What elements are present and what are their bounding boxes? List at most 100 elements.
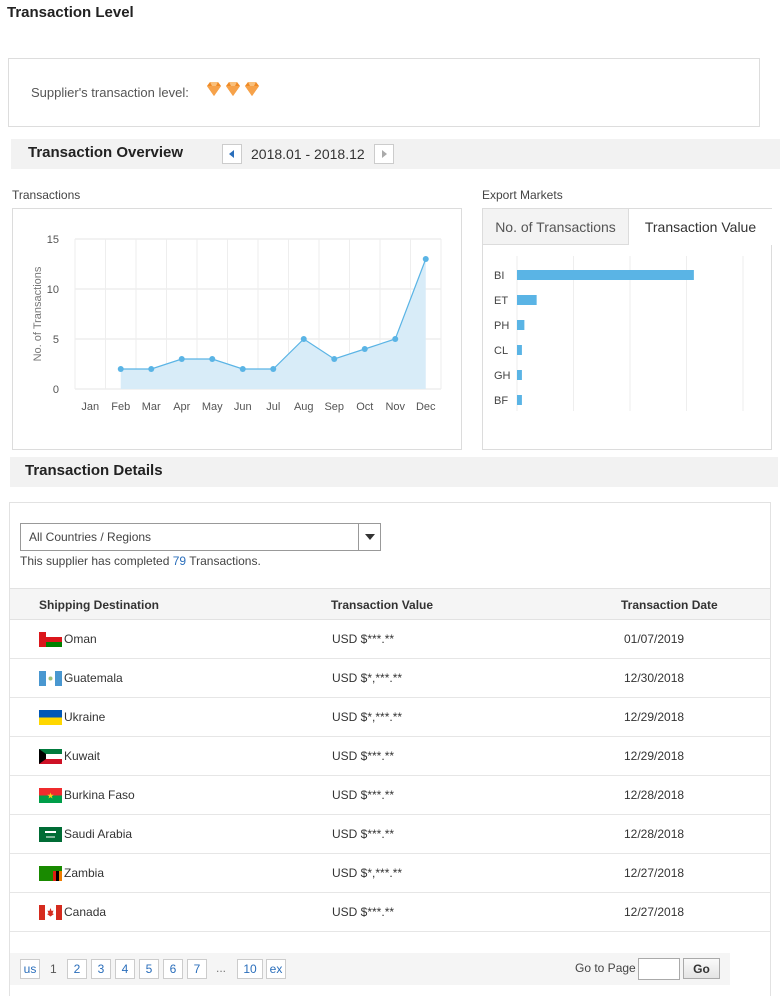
date-cell: 12/27/2018 bbox=[624, 866, 685, 880]
data-point bbox=[300, 336, 307, 342]
data-point bbox=[270, 366, 277, 372]
oman-flag-icon bbox=[39, 632, 62, 647]
bar-category-label: PH bbox=[494, 320, 509, 332]
page-link-10[interactable]: 10 bbox=[237, 959, 263, 979]
y-tick-label: 0 bbox=[53, 384, 59, 396]
export-markets-panel: No. of Transactions Transaction Value BI… bbox=[482, 208, 772, 450]
previous-range-button[interactable] bbox=[222, 144, 242, 164]
chevron-right-icon bbox=[382, 150, 387, 158]
table-row: Oman USD $***.** 01/07/2019 bbox=[10, 620, 770, 659]
data-point bbox=[392, 336, 399, 342]
date-cell: 12/30/2018 bbox=[624, 671, 685, 685]
y-tick-label: 5 bbox=[53, 334, 59, 346]
kuwait-flag-icon bbox=[39, 749, 62, 764]
x-tick-label: Oct bbox=[356, 401, 373, 413]
guatemala-flag-icon bbox=[39, 671, 62, 686]
destination-cell: Oman bbox=[64, 632, 97, 646]
transactions-line-chart: 0 5 10 15 Jan Feb Mar Apr May Jun Jul Aug Sep Oct Nov D… bbox=[32, 234, 442, 413]
x-tick-label: Jun bbox=[234, 401, 252, 413]
column-header-value: Transaction Value bbox=[331, 598, 434, 612]
chevron-left-icon bbox=[229, 150, 234, 158]
bar bbox=[517, 370, 522, 380]
saudi-arabia-flag-icon bbox=[39, 827, 62, 842]
table-row: Canada USD $***.** 12/27/2018 bbox=[10, 893, 770, 932]
completed-count: 79 bbox=[172, 554, 187, 568]
canada-flag-icon bbox=[39, 905, 62, 920]
go-to-page-label: Go to Page bbox=[575, 961, 636, 975]
previous-page-button[interactable]: us bbox=[20, 959, 40, 979]
date-cell: 12/29/2018 bbox=[624, 749, 685, 763]
value-cell: USD $***.** bbox=[332, 749, 395, 763]
dropdown-arrow[interactable] bbox=[358, 524, 380, 550]
page-link-7[interactable]: 7 bbox=[187, 959, 207, 979]
completed-suffix: Transactions. bbox=[186, 554, 261, 568]
bar bbox=[517, 295, 537, 305]
table-row: Ukraine USD $*,***.** 12/29/2018 bbox=[10, 698, 770, 737]
pagination: us 1 2 3 4 5 6 7 ... 10 ex Go to Page Go bbox=[10, 953, 730, 985]
value-cell: USD $***.** bbox=[332, 827, 395, 841]
transaction-details-title: Transaction Details bbox=[25, 462, 163, 479]
table-row: Kuwait USD $***.** 12/29/2018 bbox=[10, 737, 770, 776]
date-cell: 12/27/2018 bbox=[624, 905, 685, 919]
next-page-button[interactable]: ex bbox=[266, 959, 286, 979]
export-markets-bar-chart: BI ET PH CL GH BF bbox=[494, 256, 744, 411]
x-tick-label: Nov bbox=[385, 401, 405, 413]
completed-prefix: This supplier has completed bbox=[20, 554, 173, 568]
diamond-rating bbox=[206, 81, 260, 97]
bar-category-label: BI bbox=[494, 270, 504, 282]
destination-cell: Ukraine bbox=[64, 710, 106, 724]
x-tick-label: Dec bbox=[416, 401, 436, 413]
y-axis-label: No. of Transactions bbox=[32, 266, 44, 361]
data-point bbox=[209, 356, 216, 362]
bar-category-label: BF bbox=[494, 395, 508, 407]
page-link-3[interactable]: 3 bbox=[91, 959, 111, 979]
table-header: Shipping Destination Transaction Value T… bbox=[10, 588, 770, 620]
date-cell: 12/28/2018 bbox=[624, 788, 685, 802]
x-tick-label: Sep bbox=[324, 401, 344, 413]
transactions-label: Transactions bbox=[12, 188, 81, 202]
table-row: Burkina Faso USD $***.** 12/28/2018 bbox=[10, 776, 770, 815]
tab-no-of-transactions[interactable]: No. of Transactions bbox=[483, 209, 629, 245]
transaction-level-box: Supplier's transaction level: bbox=[8, 58, 760, 127]
page-link-2[interactable]: 2 bbox=[67, 959, 87, 979]
destination-cell: Guatemala bbox=[64, 671, 123, 685]
bar bbox=[517, 270, 694, 280]
y-tick-label: 10 bbox=[47, 284, 59, 296]
table-row: Saudi Arabia USD $***.** 12/28/2018 bbox=[10, 815, 770, 854]
column-header-destination: Shipping Destination bbox=[39, 598, 159, 612]
go-to-page-input[interactable] bbox=[638, 958, 680, 980]
bar-category-label: GH bbox=[494, 370, 511, 382]
y-tick-label: 15 bbox=[47, 234, 59, 246]
bar-category-label: ET bbox=[494, 295, 508, 307]
bar bbox=[517, 345, 522, 355]
date-cell: 12/29/2018 bbox=[624, 710, 685, 724]
data-point bbox=[361, 346, 368, 352]
export-markets-label: Export Markets bbox=[482, 188, 563, 202]
page-link-5[interactable]: 5 bbox=[139, 959, 159, 979]
date-cell: 01/07/2019 bbox=[624, 632, 685, 646]
x-tick-label: Jul bbox=[266, 401, 280, 413]
value-cell: USD $***.** bbox=[332, 632, 395, 646]
value-cell: USD $***.** bbox=[332, 905, 395, 919]
pagination-ellipsis: ... bbox=[216, 961, 227, 975]
go-button[interactable]: Go bbox=[683, 958, 720, 979]
page-link-4[interactable]: 4 bbox=[115, 959, 135, 979]
data-point bbox=[422, 256, 429, 262]
tab-transaction-value[interactable]: Transaction Value bbox=[629, 209, 772, 245]
diamond-icon bbox=[226, 82, 240, 96]
value-cell: USD $*,***.** bbox=[332, 710, 403, 724]
ukraine-flag-icon bbox=[39, 710, 62, 725]
value-cell: USD $*,***.** bbox=[332, 671, 403, 685]
destination-cell: Zambia bbox=[64, 866, 105, 880]
destination-cell: Burkina Faso bbox=[64, 788, 135, 802]
diamond-icon bbox=[245, 82, 259, 96]
bar-category-label: CL bbox=[494, 345, 508, 357]
next-range-button[interactable] bbox=[374, 144, 394, 164]
country-region-select[interactable]: All Countries / Regions bbox=[20, 523, 381, 551]
caret-down-icon bbox=[364, 534, 375, 540]
transaction-overview-header: Transaction Overview 2018.01 - 2018.12 bbox=[11, 139, 780, 169]
completed-transactions-text: This supplier has completed 79 Transacti… bbox=[20, 554, 261, 568]
page-link-6[interactable]: 6 bbox=[163, 959, 183, 979]
zambia-flag-icon bbox=[39, 866, 62, 881]
x-tick-label: May bbox=[202, 401, 223, 413]
